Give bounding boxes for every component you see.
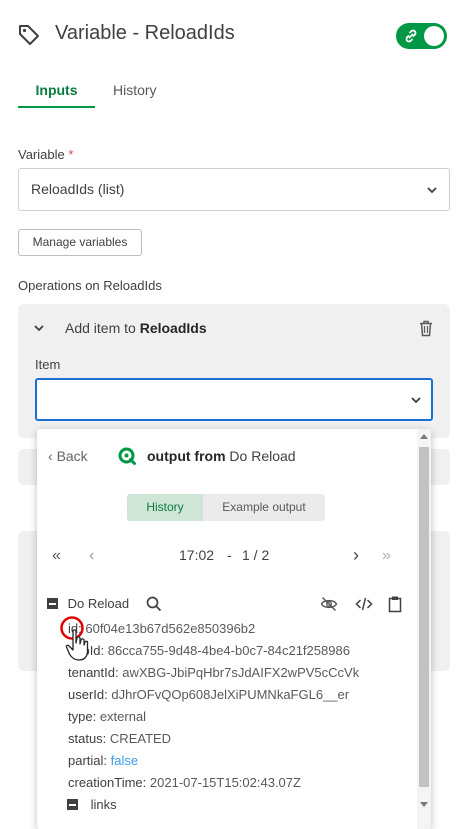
output-dropdown-panel: ‹ Back output from Do Reload History Exa…: [37, 429, 431, 829]
segment-history[interactable]: History: [127, 494, 203, 521]
chevron-down-icon: [411, 397, 421, 404]
scroll-down-icon[interactable]: [420, 802, 428, 807]
item-input[interactable]: [35, 378, 433, 421]
first-page-button[interactable]: «: [52, 547, 61, 565]
chevron-down-icon: [427, 187, 437, 194]
qlik-logo-icon: [118, 447, 136, 465]
variable-label: Variable *: [18, 147, 73, 162]
pager-separator: -: [227, 547, 232, 563]
tab-inputs[interactable]: Inputs: [18, 78, 95, 108]
tree-node-links[interactable]: links: [67, 797, 117, 812]
collapse-icon[interactable]: [67, 799, 78, 810]
clipboard-icon[interactable]: [386, 595, 404, 613]
scrollbar[interactable]: [417, 429, 431, 829]
hide-icon[interactable]: [320, 595, 338, 613]
output-source-title: output from Do Reload: [147, 448, 296, 464]
manage-variables-button[interactable]: Manage variables: [18, 229, 142, 256]
page-indicator: 1 / 2: [242, 547, 270, 563]
required-mark: *: [68, 147, 74, 162]
output-title-rest: Do Reload: [225, 448, 296, 464]
field-appid: appId: 86cca755-9d48-4be4-b0c7-84c21f258…: [68, 643, 350, 658]
run-time: 17:02: [179, 547, 215, 563]
output-title-bold: output from: [147, 448, 226, 464]
code-icon[interactable]: [355, 595, 373, 613]
field-status: status: CREATED: [68, 731, 172, 746]
operation-prefix: Add item to: [65, 320, 140, 336]
hand-pointer-icon: [65, 629, 89, 661]
tag-icon: [19, 25, 39, 45]
segment-example-output[interactable]: Example output: [203, 494, 325, 521]
operations-label: Operations on ReloadIds: [18, 278, 162, 293]
field-type: type: external: [68, 709, 147, 724]
field-tenantid: tenantId: awXBG-JbiPqHbr7sJdAIFX2wPV5cCc…: [68, 665, 360, 680]
search-icon[interactable]: [145, 595, 163, 613]
back-button[interactable]: ‹ Back: [48, 448, 88, 464]
operation-target: ReloadIds: [139, 320, 207, 336]
links-label: links: [90, 797, 117, 812]
field-userid: userId: dJhrOFvQOp608JelXiPUMNkaFGL6__er: [68, 687, 350, 702]
prev-page-button[interactable]: ‹: [89, 547, 94, 565]
header: Variable - ReloadIds: [0, 0, 465, 70]
page-title: Variable - ReloadIds: [55, 22, 235, 44]
variable-select[interactable]: ReloadIds (list): [18, 168, 450, 211]
trash-icon[interactable]: [418, 320, 434, 337]
tree-root[interactable]: Do Reload: [47, 596, 129, 611]
tab-history[interactable]: History: [113, 78, 157, 102]
chevron-down-icon: [34, 325, 44, 332]
scrollbar-thumb[interactable]: [419, 447, 429, 787]
toggle-knob: [424, 26, 444, 46]
back-label: Back: [56, 448, 88, 464]
collapse-icon[interactable]: [47, 598, 58, 609]
field-id: id: 60f04e13b67d562e850396b2: [68, 621, 256, 636]
item-label: Item: [35, 357, 61, 372]
next-page-button[interactable]: ›: [353, 545, 359, 566]
field-creationtime: creationTime: 2021-07-15T15:02:43.07Z: [68, 775, 301, 790]
enable-toggle[interactable]: [396, 23, 447, 49]
field-partial: partial: false: [68, 753, 139, 768]
variable-select-value: ReloadIds (list): [31, 181, 125, 197]
scroll-up-icon[interactable]: [420, 434, 428, 439]
chevron-left-icon: ‹: [48, 448, 53, 464]
output-mode-toggle: History Example output: [127, 494, 325, 521]
tree-root-label: Do Reload: [67, 596, 130, 611]
variable-label-text: Variable: [18, 147, 65, 162]
link-icon: [405, 29, 417, 43]
last-page-button[interactable]: »: [382, 547, 391, 565]
